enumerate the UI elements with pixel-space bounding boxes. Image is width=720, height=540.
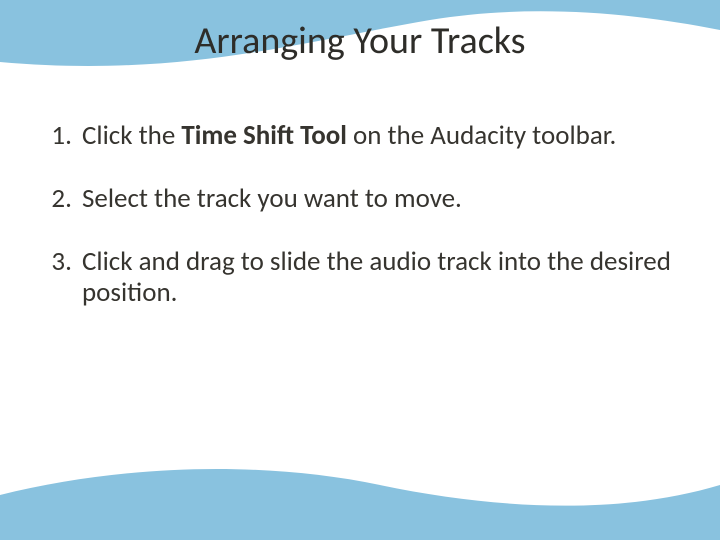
step-1-text-bold: Time Shift Tool xyxy=(181,119,347,152)
step-1-text-pre: Click the xyxy=(82,119,181,152)
slide: Arranging Your Tracks Click the Time Shi… xyxy=(0,0,720,540)
step-item-2: Select the track you want to move. xyxy=(78,183,682,214)
step-item-3: Click and drag to slide the audio track … xyxy=(78,246,682,308)
step-1-text-post: on the Audacity toolbar. xyxy=(347,119,616,152)
step-item-1: Click the Time Shift Tool on the Audacit… xyxy=(78,120,682,151)
wave-bottom-decoration xyxy=(0,440,720,540)
step-3-text: Click and drag to slide the audio track … xyxy=(82,245,671,309)
slide-body: Click the Time Shift Tool on the Audacit… xyxy=(38,120,682,340)
steps-list: Click the Time Shift Tool on the Audacit… xyxy=(38,120,682,308)
slide-title: Arranging Your Tracks xyxy=(0,18,720,64)
step-2-text: Select the track you want to move. xyxy=(82,182,462,215)
